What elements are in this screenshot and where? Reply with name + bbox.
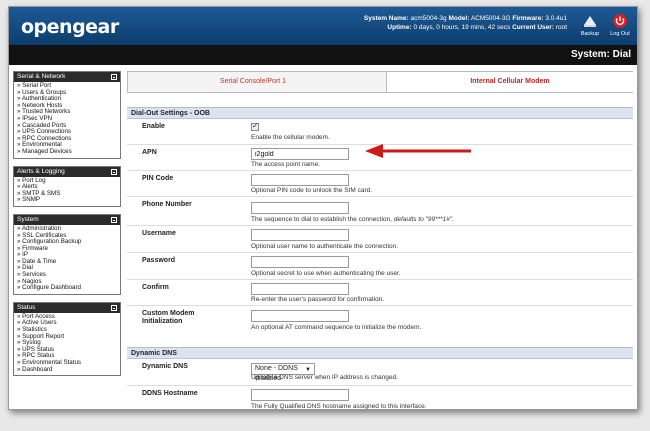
backup-label: Backup xyxy=(580,31,600,37)
menu-alerts-logging: Alerts & Logging Port LogAlertsSMTP & SM… xyxy=(13,165,121,207)
menu-status: Status Port AccessActive UsersStatistics… xyxy=(13,301,121,377)
menu-list: Serial PortUsers & GroupsAuthenticationN… xyxy=(14,82,120,158)
tab-internal-modem[interactable]: Internal Cellular Modem xyxy=(386,72,633,92)
confirm-label: Confirm xyxy=(142,284,169,291)
pin-label: PIN Code xyxy=(142,175,174,182)
enable-checkbox[interactable] xyxy=(251,121,259,131)
custom-init-desc: An optional AT command sequence to initi… xyxy=(251,324,422,331)
menu-item[interactable]: SNMP xyxy=(17,197,118,204)
backup-icon xyxy=(584,16,596,27)
current-user: root xyxy=(555,24,567,31)
dyndns-desc: Update a DNS server when IP address is c… xyxy=(251,374,398,381)
menu-list: Port LogAlertsSMTP & SMSSNMP xyxy=(14,177,120,206)
menu-title: Status xyxy=(17,303,36,311)
custom-init-label: Custom Modem Initialization xyxy=(142,310,195,325)
pin-row: PIN Code Optional PIN code to unlock the… xyxy=(127,171,633,197)
section-header: Dynamic DNS xyxy=(127,348,633,359)
apn-input[interactable] xyxy=(251,148,349,160)
sidebar: Serial & Network Serial PortUsers & Grou… xyxy=(13,71,121,383)
section-header: Dial-Out Settings - OOB xyxy=(127,108,633,119)
phone-desc-text: The sequence to dial to establish the co… xyxy=(251,216,392,223)
dyndns-section: Dynamic DNS Dynamic DNS None - DDNS disa… xyxy=(127,347,633,410)
menu-title: Serial & Network xyxy=(17,73,66,80)
ddns-hostname-row: DDNS Hostname The Fully Qualified DNS ho… xyxy=(127,386,633,410)
logout-label: Log Out xyxy=(610,31,630,37)
opengear-logo: opengear xyxy=(21,16,119,38)
logout-button[interactable]: Log Out xyxy=(607,13,633,41)
menu-list: AdministrationSSL CertificatesConfigurat… xyxy=(14,225,120,294)
pin-input[interactable] xyxy=(251,174,349,186)
confirm-row: Confirm Re-enter the user's password for… xyxy=(127,280,633,306)
system-info: System Name: acm5004-3g Model: ACM5004-3… xyxy=(364,14,567,32)
confirm-input[interactable] xyxy=(251,283,349,295)
phone-desc-default: defaults to "99***1#". xyxy=(393,216,455,223)
phone-row: Phone Number The sequence to dial to est… xyxy=(127,197,633,226)
collapse-icon[interactable] xyxy=(111,216,117,223)
menu-header[interactable]: Serial & Network xyxy=(14,72,120,82)
collapse-icon[interactable] xyxy=(111,304,117,311)
username-input[interactable] xyxy=(251,229,349,241)
firmware-label: Firmware: xyxy=(512,15,544,22)
header-bar: opengear System Name: acm5004-3g Model: … xyxy=(9,7,637,45)
menu-item[interactable]: Dashboard xyxy=(17,366,118,374)
menu-serial-network: Serial & Network Serial PortUsers & Grou… xyxy=(13,71,121,159)
collapse-icon[interactable] xyxy=(111,168,117,175)
menu-item[interactable]: Firmware xyxy=(17,245,118,253)
password-row: Password Optional secret to use when aut… xyxy=(127,253,633,280)
username-row: Username Optional user name to authentic… xyxy=(127,226,633,253)
username-label: Username xyxy=(142,230,176,237)
dyndns-row: Dynamic DNS None - DDNS disabled ▼ Updat… xyxy=(127,359,633,386)
apn-desc: The access point name. xyxy=(251,161,321,168)
apn-label: APN xyxy=(142,149,157,156)
menu-system: System AdministrationSSL CertificatesCon… xyxy=(13,213,121,295)
menu-list: Port AccessActive UsersStatisticsSupport… xyxy=(14,313,120,375)
custom-init-input[interactable] xyxy=(251,310,349,322)
uptime: 0 days, 0 hours, 19 mins, 42 secs xyxy=(413,24,511,31)
title-bar: System: Dial xyxy=(9,45,637,65)
password-label: Password xyxy=(142,257,176,264)
annotation-arrow-icon xyxy=(365,144,471,158)
phone-label: Phone Number xyxy=(142,201,192,208)
menu-header[interactable]: Alerts & Logging xyxy=(14,166,120,177)
firmware-version: 3.0.4u1 xyxy=(545,15,567,22)
tab-serial-console[interactable]: Serial Console/Port 1 xyxy=(128,72,378,92)
tab-bar: Serial Console/Port 1 Internal Cellular … xyxy=(127,71,633,93)
enable-desc: Enable the cellular modem. xyxy=(251,134,330,141)
current-user-label: Current User: xyxy=(512,24,554,31)
menu-title: Alerts & Logging xyxy=(17,167,65,175)
custom-init-row: Custom Modem Initialization An optional … xyxy=(127,306,633,343)
username-desc: Optional user name to authenticate the c… xyxy=(251,243,399,250)
main-content: Serial Console/Port 1 Internal Cellular … xyxy=(127,71,633,410)
system-name-label: System Name: xyxy=(363,15,409,22)
backup-button[interactable]: Backup xyxy=(577,13,603,41)
phone-desc: The sequence to dial to establish the co… xyxy=(251,216,454,223)
ddns-hostname-label: DDNS Hostname xyxy=(142,390,198,397)
power-icon xyxy=(613,14,627,28)
menu-item[interactable]: Managed Devices xyxy=(17,148,118,156)
menu-title: System xyxy=(17,215,39,223)
ddns-hostname-desc: The Fully Qualified DNS hostname assigne… xyxy=(251,403,427,410)
password-desc: Optional secret to use when authenticati… xyxy=(251,270,401,277)
browser-frame: opengear System Name: acm5004-3g Model: … xyxy=(8,6,638,410)
phone-input[interactable] xyxy=(251,202,349,214)
confirm-desc: Re-enter the user's password for confirm… xyxy=(251,296,385,303)
model: ACM5004-3G xyxy=(470,15,511,22)
uptime-label: Uptime: xyxy=(387,24,412,31)
dyndns-label: Dynamic DNS xyxy=(142,363,188,370)
collapse-icon[interactable] xyxy=(111,74,117,80)
system-name: acm5004-3g xyxy=(410,15,447,22)
menu-item[interactable]: Configure Dashboard xyxy=(17,285,118,292)
pin-desc: Optional PIN code to unlock the SIM card… xyxy=(251,187,373,194)
model-label: Model: xyxy=(448,15,470,22)
ddns-hostname-input[interactable] xyxy=(251,389,349,401)
enable-label: Enable xyxy=(142,123,165,130)
menu-header[interactable]: System xyxy=(14,214,120,225)
page-title: System: Dial xyxy=(570,49,631,60)
menu-header[interactable]: Status xyxy=(14,302,120,313)
password-input[interactable] xyxy=(251,256,349,268)
